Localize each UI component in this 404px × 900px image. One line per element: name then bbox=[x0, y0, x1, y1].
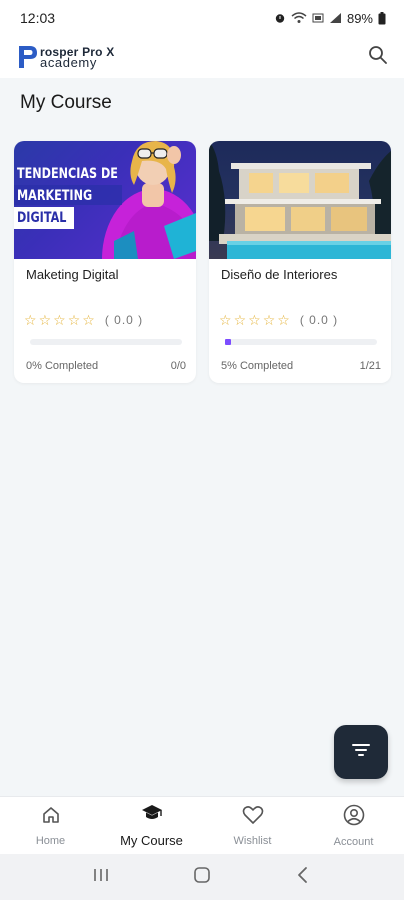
home-square-icon bbox=[193, 866, 211, 889]
filter-button[interactable] bbox=[334, 725, 388, 779]
recent-apps-icon bbox=[92, 867, 110, 888]
star-icon: ☆ bbox=[219, 312, 232, 328]
lesson-count: 0/0 bbox=[170, 360, 186, 372]
logo-mark-icon bbox=[18, 45, 38, 69]
status-time: 12:03 bbox=[20, 10, 56, 26]
search-button[interactable] bbox=[366, 45, 390, 69]
back-button[interactable] bbox=[283, 862, 323, 892]
lesson-count: 1/21 bbox=[359, 360, 381, 372]
nav-item-home[interactable]: Home bbox=[0, 797, 101, 854]
rating-count: ( 0.0 ) bbox=[104, 313, 144, 327]
star-icon: ☆ bbox=[262, 312, 276, 328]
nav-item-my-course[interactable]: My Course bbox=[101, 797, 202, 854]
bottom-nav: Home My Course Wishlist Account bbox=[0, 796, 404, 854]
app-bar: rosper Pro X academy bbox=[0, 36, 404, 78]
account-icon bbox=[343, 804, 365, 831]
star-icon: ☆ bbox=[248, 312, 261, 328]
search-icon bbox=[368, 45, 388, 70]
course-thumbnail bbox=[209, 141, 391, 259]
thumbnail-text-line1: TENDENCIAS DE bbox=[17, 166, 118, 182]
star-icon: ☆ bbox=[53, 312, 66, 328]
thumbnail-text-line2: MARKETING bbox=[17, 188, 93, 204]
filter-icon bbox=[351, 742, 371, 763]
graduation-cap-icon bbox=[141, 803, 163, 828]
star-icon: ☆ bbox=[82, 312, 95, 328]
rating-count: ( 0.0 ) bbox=[299, 313, 339, 327]
star-icon: ☆ bbox=[233, 312, 247, 328]
battery-percent: 89% bbox=[346, 10, 373, 26]
app-logo[interactable]: rosper Pro X academy bbox=[18, 45, 114, 69]
system-nav-bar bbox=[0, 854, 404, 900]
nav-item-account[interactable]: Account bbox=[303, 797, 404, 854]
back-chevron-icon bbox=[296, 866, 310, 889]
progress-bar bbox=[30, 339, 182, 345]
nav-label: Account bbox=[333, 835, 374, 848]
progress-fill bbox=[225, 339, 231, 345]
course-title: Diseño de Interiores bbox=[221, 267, 338, 282]
rating-stars: ☆ ☆ ☆ ☆ ☆ ( 0.0 ) bbox=[24, 313, 143, 327]
nav-label: My Course bbox=[120, 833, 183, 848]
wifi-icon bbox=[291, 12, 307, 24]
progress-text: 5% Completed bbox=[221, 360, 294, 372]
battery-icon bbox=[378, 11, 386, 25]
star-icon: ☆ bbox=[38, 312, 52, 328]
course-card[interactable]: TENDENCIAS DE MARKETING DIGITAL Maketing… bbox=[14, 141, 196, 383]
progress-bar bbox=[225, 339, 377, 345]
course-card[interactable]: Diseño de Interiores ☆ ☆ ☆ ☆ ☆ ( 0.0 ) 5… bbox=[209, 141, 391, 383]
signal-icon bbox=[329, 12, 342, 24]
status-icons: 89% bbox=[274, 11, 386, 26]
nav-label: Wishlist bbox=[233, 834, 272, 847]
star-icon: ☆ bbox=[24, 312, 37, 328]
logo-line2: academy bbox=[40, 54, 97, 70]
star-icon: ☆ bbox=[277, 312, 290, 328]
page-title: My Course bbox=[20, 92, 112, 113]
star-icon: ☆ bbox=[67, 312, 81, 328]
rating-stars: ☆ ☆ ☆ ☆ ☆ ( 0.0 ) bbox=[219, 313, 338, 327]
recent-apps-button[interactable] bbox=[81, 862, 121, 892]
course-thumbnail: TENDENCIAS DE MARKETING DIGITAL bbox=[14, 141, 196, 259]
heart-icon bbox=[242, 805, 264, 830]
volte-icon bbox=[312, 12, 324, 24]
home-icon bbox=[41, 805, 61, 830]
nav-item-wishlist[interactable]: Wishlist bbox=[202, 797, 303, 854]
thumbnail-text-line3: DIGITAL bbox=[17, 210, 67, 226]
progress-text: 0% Completed bbox=[26, 360, 99, 372]
course-title: Maketing Digital bbox=[26, 267, 119, 282]
status-bar: 12:03 89% bbox=[0, 0, 404, 36]
nav-label: Home bbox=[35, 834, 66, 847]
alarm-icon bbox=[274, 12, 286, 24]
home-system-button[interactable] bbox=[182, 862, 222, 892]
